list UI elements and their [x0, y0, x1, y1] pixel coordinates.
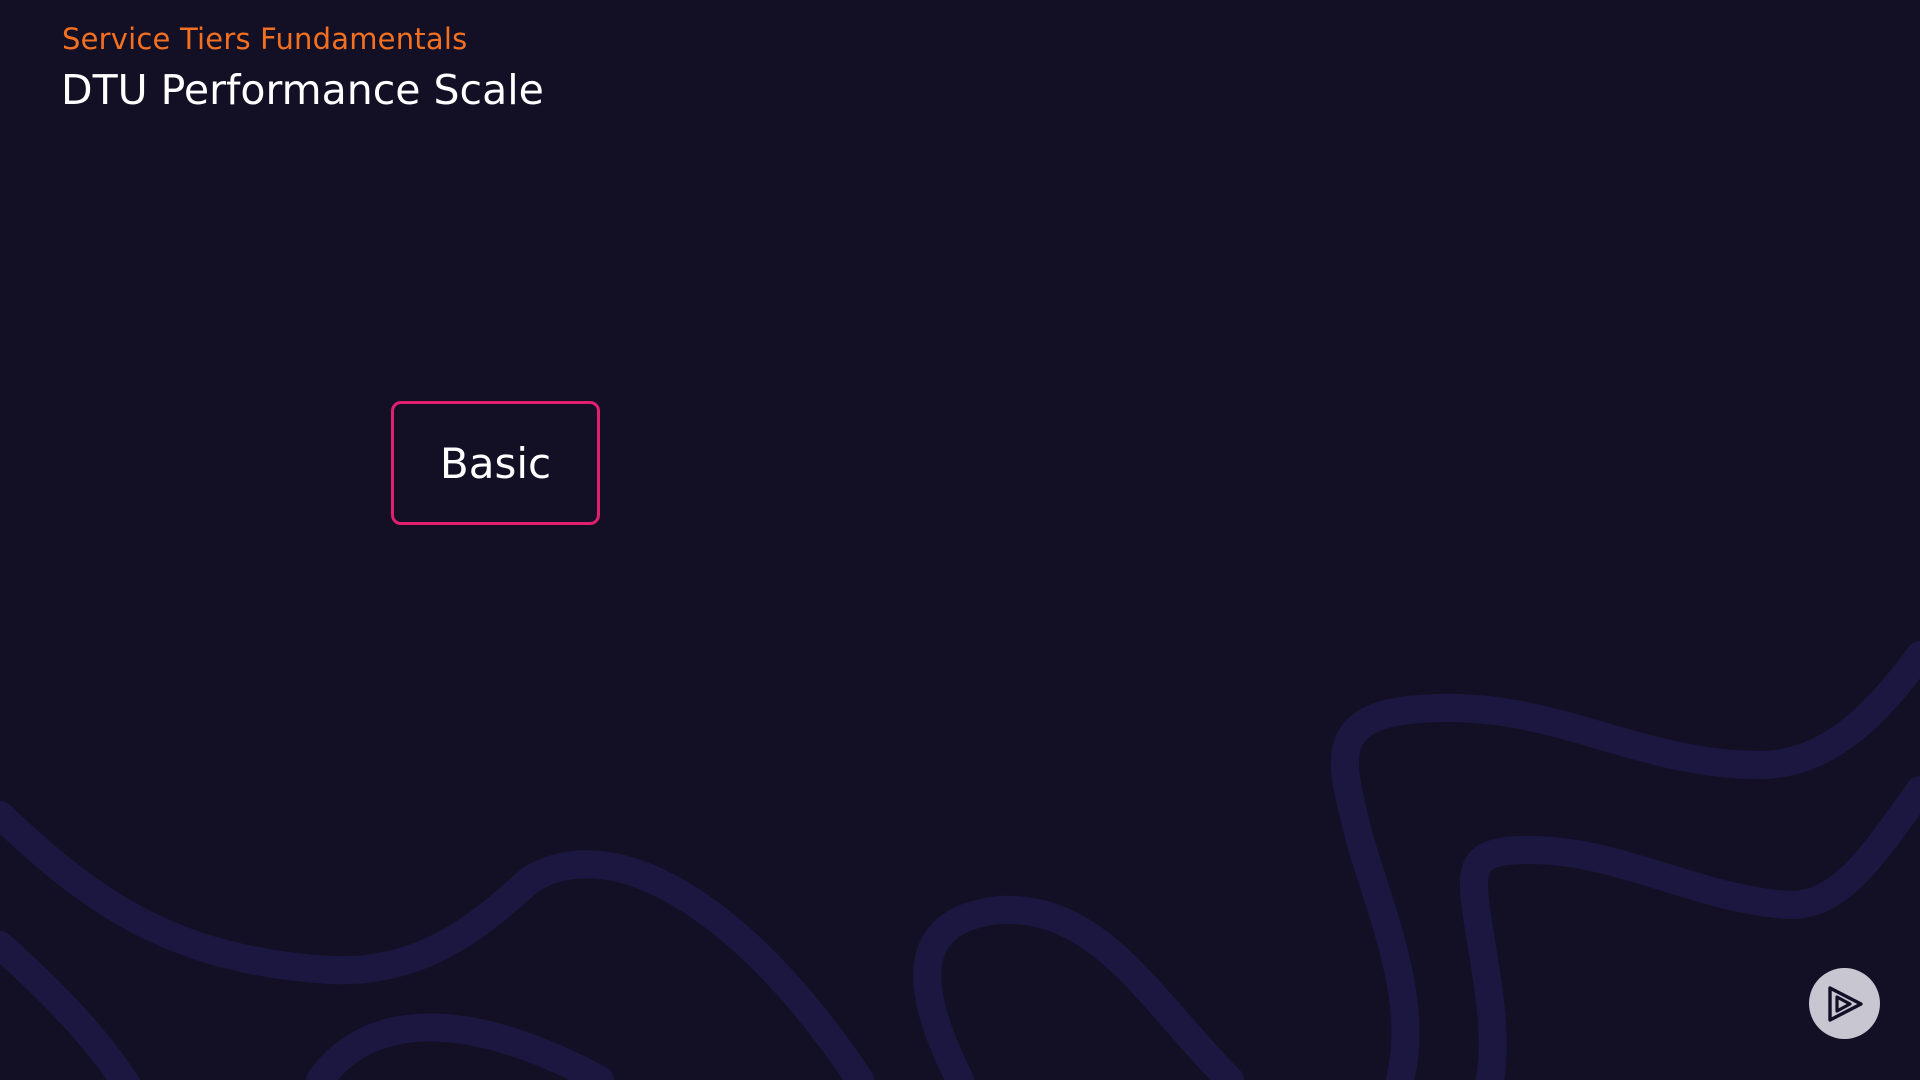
wave-line	[0, 931, 141, 1080]
play-logo-icon	[1827, 985, 1863, 1022]
tier-box-basic: Basic	[391, 401, 600, 525]
wave-line	[306, 1013, 614, 1080]
section-eyebrow: Service Tiers Fundamentals	[62, 22, 468, 56]
background-waves	[0, 641, 1920, 1080]
slide: Service Tiers Fundamentals DTU Performan…	[0, 0, 1920, 1080]
play-button[interactable]	[1809, 968, 1880, 1039]
wave-line	[913, 895, 1244, 1080]
tier-label: Basic	[439, 438, 552, 488]
slide-title: DTU Performance Scale	[61, 66, 544, 114]
